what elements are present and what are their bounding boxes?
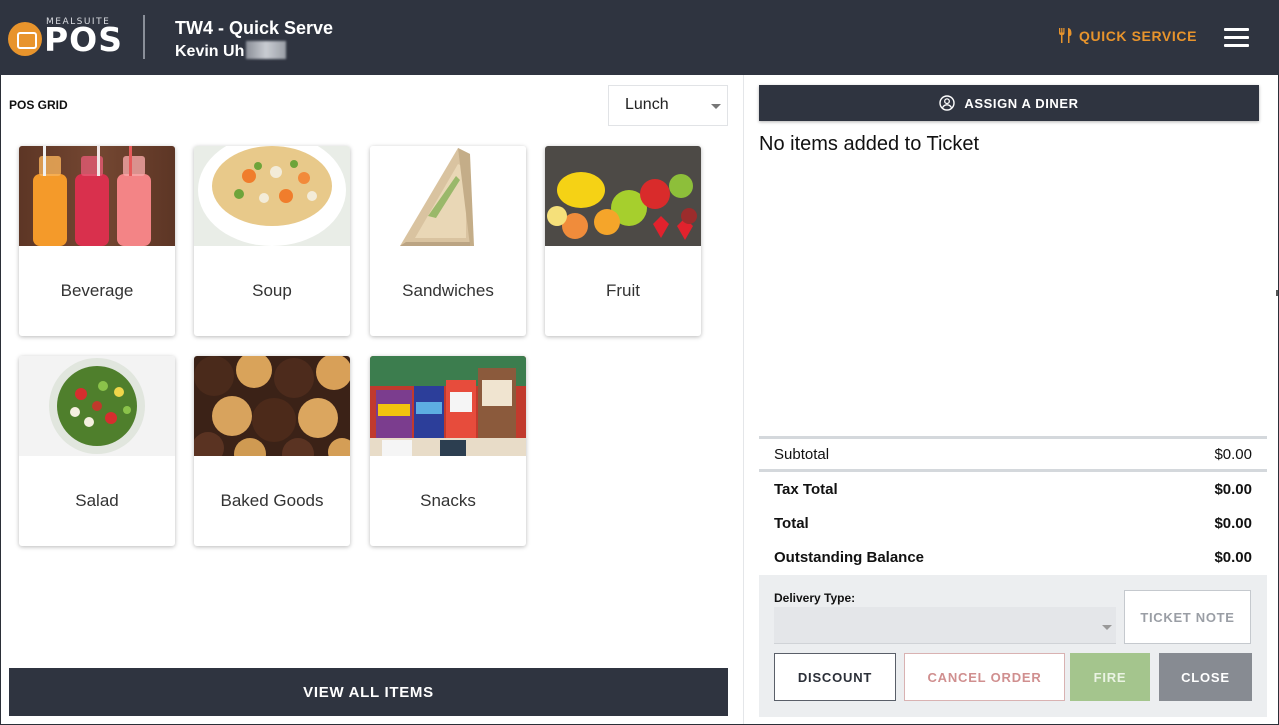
delivery-type-label: Delivery Type: bbox=[774, 591, 856, 605]
empty-ticket-message: No items added to Ticket bbox=[759, 133, 980, 155]
tile-label: Beverage bbox=[60, 281, 134, 300]
user-circle-icon bbox=[939, 95, 956, 111]
tile-label: Snacks bbox=[420, 491, 476, 510]
fruit-image bbox=[545, 146, 701, 246]
baked-goods-image bbox=[194, 356, 350, 456]
category-tile-soup[interactable]: Soup bbox=[194, 146, 350, 336]
outstanding-balance-value: $0.00 bbox=[1214, 549, 1252, 566]
pos-grid-panel: POS GRID Lunch Beverage Soup Sandwiches … bbox=[1, 75, 743, 724]
hamburger-menu-icon[interactable] bbox=[1224, 28, 1250, 48]
view-all-items-button[interactable]: VIEW ALL ITEMS bbox=[9, 668, 728, 716]
assign-diner-label: ASSIGN A DINER bbox=[964, 95, 1079, 111]
user-name: Kevin Uh bbox=[175, 41, 287, 61]
chevron-down-icon bbox=[1102, 625, 1112, 630]
tax-total-row: Tax Total $0.00 bbox=[774, 481, 1252, 498]
totals-divider-top bbox=[759, 436, 1267, 439]
delivery-type-select[interactable] bbox=[774, 607, 1116, 644]
fork-knife-icon bbox=[1059, 28, 1072, 43]
total-row: Total $0.00 bbox=[774, 515, 1252, 532]
total-value: $0.00 bbox=[1214, 515, 1252, 532]
ticket-actions-panel: Delivery Type: TICKET NOTE DISCOUNT CANC… bbox=[759, 575, 1267, 717]
mealsuite-pos-logo: MEALSUITE POS bbox=[8, 14, 122, 60]
beverage-image bbox=[19, 146, 175, 246]
subtotal-label: Subtotal bbox=[774, 446, 830, 463]
category-tile-fruit[interactable]: Fruit bbox=[545, 146, 701, 336]
subtotal-row: Subtotal $0.00 bbox=[774, 446, 1252, 463]
category-tile-beverage[interactable]: Beverage bbox=[19, 146, 175, 336]
tile-label: Fruit bbox=[606, 281, 640, 300]
header-divider bbox=[143, 15, 145, 59]
tax-total-label: Tax Total bbox=[774, 481, 838, 498]
ticket-note-button[interactable]: TICKET NOTE bbox=[1124, 590, 1251, 644]
tile-label: Soup bbox=[252, 281, 292, 300]
user-name-text: Kevin Uh bbox=[175, 43, 245, 60]
scrollbar-marker bbox=[1276, 290, 1278, 296]
sandwiches-image bbox=[370, 146, 526, 246]
category-tile-salad[interactable]: Salad bbox=[19, 356, 175, 546]
salad-image bbox=[19, 356, 175, 456]
redacted-name bbox=[246, 41, 287, 59]
panel-divider bbox=[743, 75, 744, 724]
meal-period-select[interactable]: Lunch bbox=[608, 85, 728, 126]
quick-service-mode[interactable]: QUICK SERVICE bbox=[1057, 27, 1197, 44]
quick-service-label: QUICK SERVICE bbox=[1079, 27, 1198, 44]
tax-total-value: $0.00 bbox=[1214, 481, 1252, 498]
chevron-down-icon bbox=[711, 104, 721, 109]
tile-label: Sandwiches bbox=[402, 281, 494, 300]
meal-period-value: Lunch bbox=[625, 96, 669, 113]
snacks-image bbox=[370, 356, 526, 456]
total-label: Total bbox=[774, 515, 809, 532]
outstanding-balance-label: Outstanding Balance bbox=[774, 549, 925, 566]
discount-button[interactable]: DISCOUNT bbox=[774, 653, 896, 701]
soup-image bbox=[194, 146, 350, 246]
tile-label: Salad bbox=[75, 491, 119, 510]
logo-card-icon bbox=[8, 22, 42, 56]
pos-grid-heading: POS GRID bbox=[9, 98, 68, 112]
assign-diner-button[interactable]: ASSIGN A DINER bbox=[759, 85, 1259, 121]
tile-label: Baked Goods bbox=[220, 491, 324, 510]
category-tile-sandwiches[interactable]: Sandwiches bbox=[370, 146, 526, 336]
station-title: TW4 - Quick Serve bbox=[175, 18, 334, 38]
category-tile-baked-goods[interactable]: Baked Goods bbox=[194, 356, 350, 546]
totals-divider bbox=[759, 469, 1267, 472]
category-tile-snacks[interactable]: Snacks bbox=[370, 356, 526, 546]
logo-pos-text: POS bbox=[44, 20, 124, 59]
outstanding-balance-row: Outstanding Balance $0.00 bbox=[774, 549, 1252, 566]
subtotal-value: $0.00 bbox=[1214, 446, 1252, 463]
cancel-order-button[interactable]: CANCEL ORDER bbox=[904, 653, 1065, 701]
close-button[interactable]: CLOSE bbox=[1159, 653, 1252, 701]
fire-button[interactable]: FIRE bbox=[1070, 653, 1150, 701]
app-header: MEALSUITE POS TW4 - Quick Serve Kevin Uh… bbox=[0, 0, 1279, 75]
